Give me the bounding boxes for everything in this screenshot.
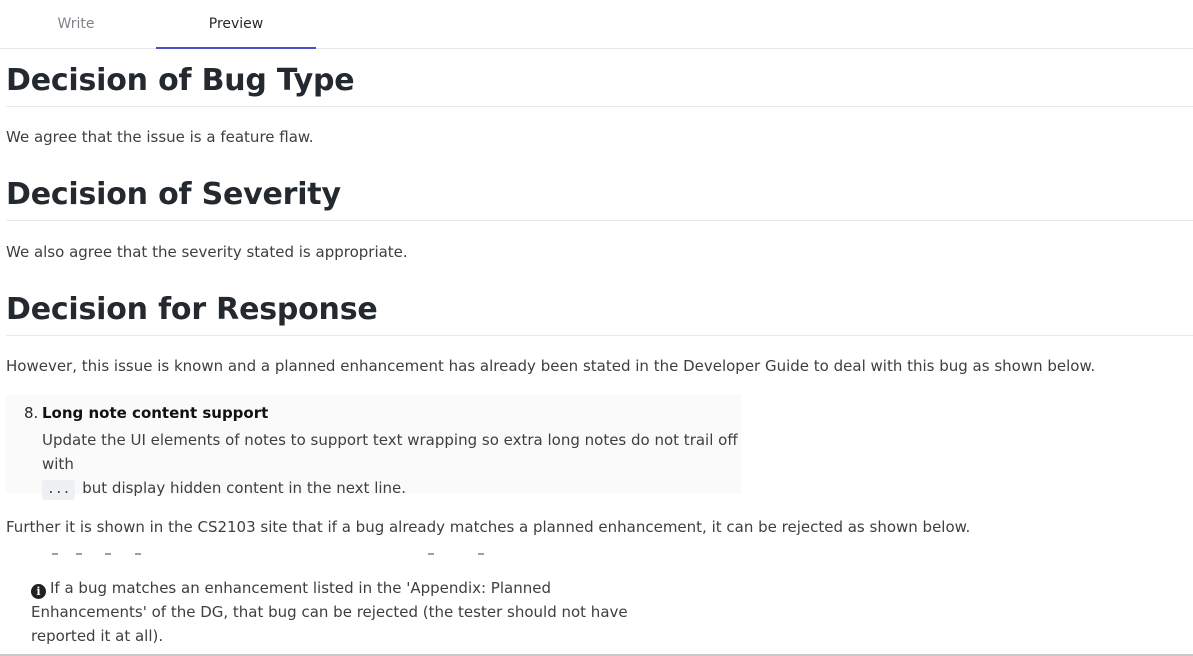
list-number: 8. — [24, 404, 39, 422]
inline-code: ... — [42, 480, 76, 500]
editor-tabs: Write Preview — [0, 0, 1193, 49]
paragraph-response: However, this issue is known and a plann… — [6, 357, 1096, 375]
tab-write[interactable]: Write — [0, 0, 156, 48]
enhancement-title: Long note content support — [42, 404, 269, 422]
heading-response: Decision for Response — [6, 290, 1193, 336]
clipped-text-fragment — [30, 553, 490, 555]
paragraph-bug-type: We agree that the issue is a feature fla… — [6, 128, 314, 146]
heading-severity: Decision of Severity — [6, 175, 1193, 221]
planned-enhancement-quote: 8. Long note content support Update the … — [6, 394, 741, 500]
callout-text: If a bug matches an enhancement listed i… — [31, 579, 628, 645]
paragraph-further: Further it is shown in the CS2103 site t… — [6, 518, 971, 536]
enhancement-line: Update the UI elements of notes to suppo… — [42, 431, 738, 473]
heading-bug-type: Decision of Bug Type — [6, 61, 1193, 107]
info-icon: i — [31, 584, 46, 599]
paragraph-severity: We also agree that the severity stated i… — [6, 243, 408, 261]
info-callout: i If a bug matches an enhancement listed … — [31, 576, 671, 648]
enhancement-description: Update the UI elements of notes to suppo… — [42, 428, 742, 500]
tab-preview[interactable]: Preview — [156, 0, 316, 49]
enhancement-line-continued: but display hidden content in the next l… — [77, 479, 407, 497]
